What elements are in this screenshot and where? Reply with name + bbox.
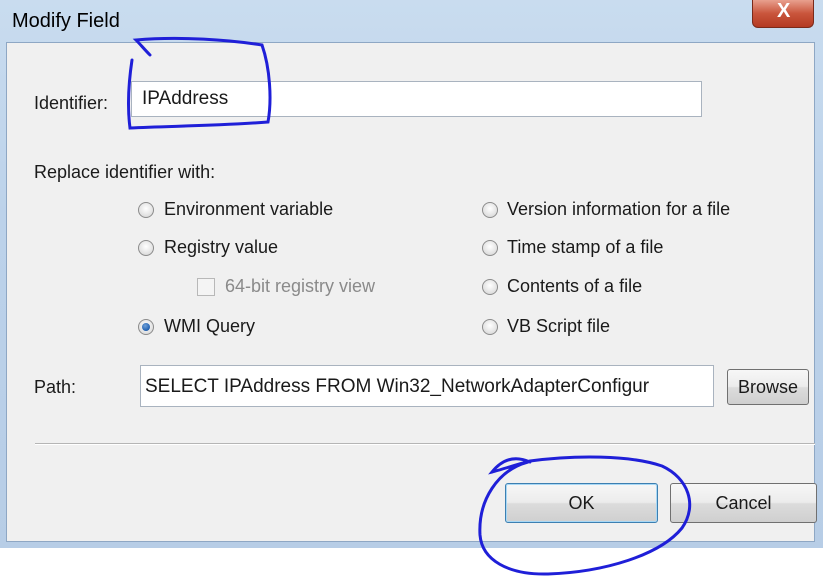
dialog-body: Identifier: IPAddress Replace identifier…	[6, 42, 817, 542]
close-button[interactable]: X	[752, 0, 814, 28]
replace-label: Replace identifier with:	[34, 162, 216, 182]
title-bar: Modify Field X	[0, 0, 823, 42]
identifier-input[interactable]: IPAddress	[131, 81, 702, 117]
path-input[interactable]: SELECT IPAddress FROM Win32_NetworkAdapt…	[140, 365, 714, 407]
radio-registry-value[interactable]	[138, 240, 154, 256]
path-label: Path:	[34, 377, 77, 397]
registry-view-checkbox[interactable]	[197, 278, 215, 296]
close-icon: X	[777, 0, 791, 22]
radio-wmi-query-label: WMI Query	[164, 316, 256, 336]
ok-button[interactable]: OK	[505, 483, 658, 523]
radio-time-stamp[interactable]	[482, 240, 498, 256]
cancel-button[interactable]: Cancel	[670, 483, 817, 523]
window-title: Modify Field	[12, 10, 120, 32]
radio-contents-of-file[interactable]	[482, 279, 498, 295]
radio-vb-script[interactable]	[482, 319, 498, 335]
modify-field-window: Modify Field X Identifier: IPAddress Rep…	[0, 0, 823, 548]
identifier-label: Identifier:	[34, 93, 109, 113]
radio-version-information[interactable]	[482, 202, 498, 218]
radio-time-stamp-label: Time stamp of a file	[507, 237, 664, 257]
radio-vb-script-label: VB Script file	[507, 316, 611, 336]
radio-environment-variable[interactable]	[138, 202, 154, 218]
radio-version-information-label: Version information for a file	[507, 199, 731, 219]
radio-registry-value-label: Registry value	[164, 237, 279, 257]
registry-view-label: 64-bit registry view	[225, 276, 376, 296]
separator	[35, 443, 815, 445]
radio-wmi-query[interactable]	[138, 319, 154, 335]
radio-environment-variable-label: Environment variable	[164, 199, 334, 219]
radio-contents-of-file-label: Contents of a file	[507, 276, 643, 296]
browse-button[interactable]: Browse	[727, 369, 809, 405]
